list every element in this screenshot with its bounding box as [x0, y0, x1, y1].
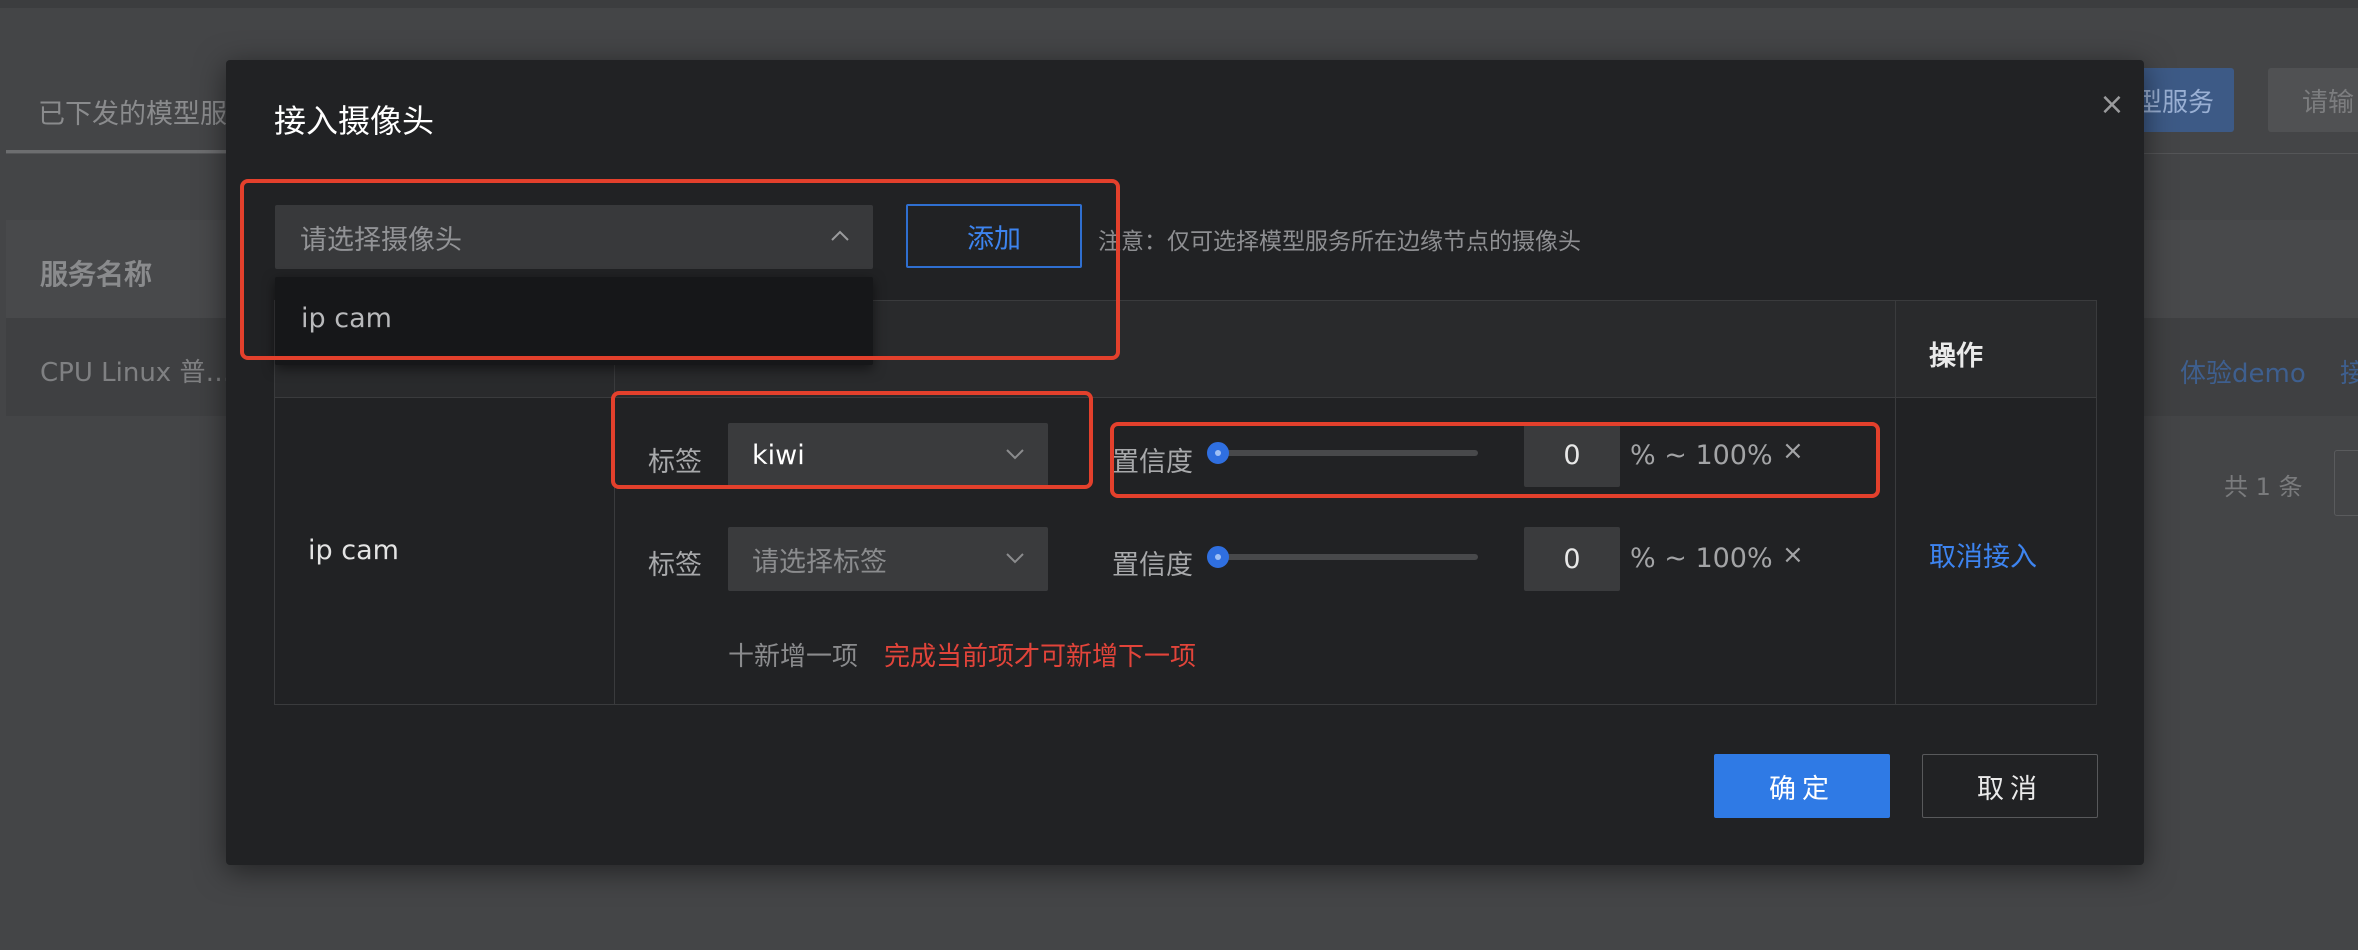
add-rule-button[interactable]: 十新增一项 — [728, 636, 858, 673]
cancel-access-link[interactable]: 取消接入 — [1929, 535, 2037, 574]
camera-dropdown-menu: ip cam — [275, 277, 873, 365]
remove-rule-icon[interactable]: × — [1782, 540, 1804, 570]
confidence-range-text: % ~ 100% — [1630, 543, 1773, 574]
chevron-up-icon — [831, 230, 849, 241]
chevron-down-icon — [1006, 553, 1024, 564]
column-header-service-name: 服务名称 — [40, 258, 153, 291]
camera-note: 注意：仅可选择模型服务所在边缘节点的摄像头 — [1098, 229, 1581, 255]
confidence-slider-handle[interactable] — [1207, 442, 1229, 464]
tag-select-placeholder: 请选择标签 — [752, 546, 887, 578]
remove-rule-icon[interactable]: × — [1782, 436, 1804, 466]
confidence-label: 置信度 — [1112, 447, 1193, 478]
confidence-min-input[interactable]: 0 — [1524, 527, 1620, 591]
confidence-label: 置信度 — [1112, 550, 1193, 581]
confidence-min-input[interactable]: 0 — [1524, 423, 1620, 487]
confidence-slider-track[interactable] — [1216, 554, 1478, 560]
confidence-slider-handle[interactable] — [1207, 546, 1229, 568]
chevron-down-icon — [1006, 449, 1024, 460]
tag-select[interactable]: kiwi — [728, 423, 1048, 487]
camera-name: ip cam — [308, 535, 399, 566]
confidence-slider-track[interactable] — [1216, 450, 1478, 456]
dialog-title: 接入摄像头 — [274, 102, 435, 140]
cancel-button[interactable]: 取消 — [1922, 754, 2098, 818]
access-camera-dialog: 接入摄像头 × 操作 ip cam 标签 kiwi 置信度 0 % ~ 100%… — [226, 60, 2144, 865]
tag-select[interactable]: 请选择标签 — [728, 527, 1048, 591]
demo-link[interactable]: 体验demo — [2180, 353, 2306, 390]
column-divider — [1895, 300, 1896, 705]
add-rule-warning: 完成当前项才可新增下一项 — [884, 642, 1197, 672]
column-header-operation: 操作 — [1929, 341, 1983, 372]
pager-total: 共 1 条 — [2224, 473, 2303, 501]
close-icon[interactable]: × — [2092, 84, 2132, 124]
tab-deployed-models[interactable]: 已下发的模型服 — [38, 92, 227, 131]
tag-label: 标签 — [648, 550, 702, 581]
camera-option[interactable]: ip cam — [301, 303, 392, 334]
page-size-select[interactable] — [2334, 450, 2358, 516]
service-row-name: CPU Linux 普… — [40, 358, 232, 388]
add-camera-button[interactable]: 添加 — [906, 204, 1082, 268]
row-action-link[interactable]: 接 — [2340, 353, 2358, 390]
confidence-range-text: % ~ 100% — [1630, 440, 1773, 471]
tag-select-value: kiwi — [752, 439, 805, 471]
camera-select-placeholder: 请选择摄像头 — [300, 224, 462, 256]
camera-select[interactable]: 请选择摄像头 — [275, 205, 873, 269]
confirm-button[interactable]: 确定 — [1714, 754, 1890, 818]
search-input[interactable]: 请输 — [2268, 68, 2358, 132]
tag-label: 标签 — [648, 447, 702, 478]
top-bar — [0, 0, 2358, 8]
